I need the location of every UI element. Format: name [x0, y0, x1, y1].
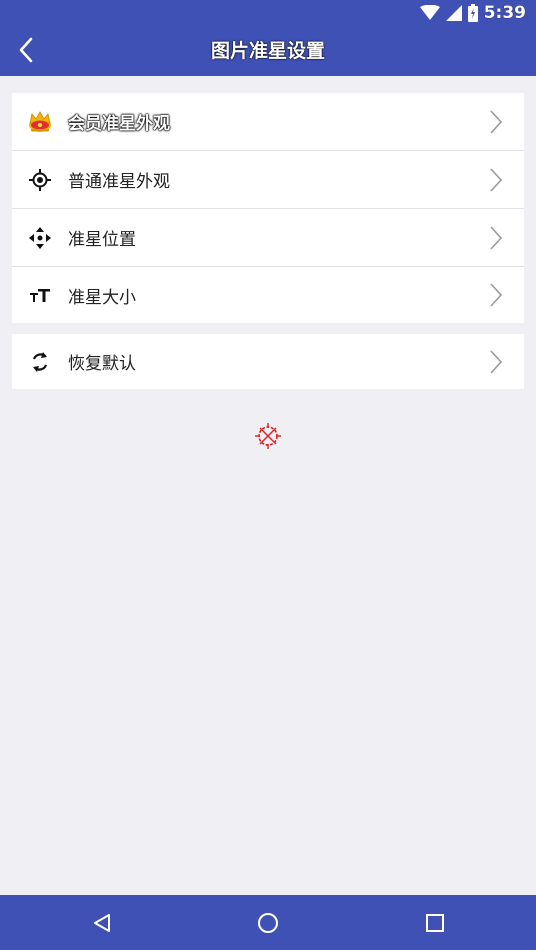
battery-icon — [467, 4, 478, 22]
status-bar: 5:39 — [0, 0, 536, 26]
crown-icon — [29, 110, 51, 132]
refresh-icon — [32, 351, 48, 372]
settings-item-label: 恢复默认 — [68, 354, 136, 374]
settings-item-reset[interactable]: 恢复默认 — [12, 334, 524, 389]
crosshair-target-icon — [29, 168, 51, 191]
nav-recents-button[interactable] — [417, 905, 453, 941]
settings-item-label: 准星位置 — [68, 230, 136, 250]
recents-square-icon — [426, 914, 444, 932]
app-bar: 图片准星设置 — [0, 26, 536, 76]
settings-item-label: 普通准星外观 — [68, 172, 170, 192]
settings-item-size[interactable]: 准星大小 — [12, 267, 524, 323]
settings-group-crosshair: 会员准星外观 普通准星外观 准星位置 准星大小 — [12, 93, 524, 323]
settings-item-label: 会员准星外观 — [68, 114, 170, 134]
crosshair-preview-icon — [255, 423, 281, 449]
settings-item-label: 准星大小 — [68, 287, 136, 308]
settings-group-reset: 恢复默认 — [12, 334, 524, 389]
chevron-right-icon — [490, 283, 503, 307]
crosshair-preview — [254, 422, 282, 450]
nav-back-button[interactable] — [84, 905, 120, 941]
chevron-right-icon — [490, 349, 503, 374]
chevron-right-icon — [490, 225, 503, 250]
page-title: 图片准星设置 — [210, 40, 325, 62]
settings-item-position[interactable]: 准星位置 — [12, 209, 524, 267]
wifi-icon — [419, 5, 440, 20]
chevron-right-icon — [490, 167, 503, 192]
text-size-icon — [30, 289, 50, 302]
home-circle-icon — [258, 913, 278, 933]
chevron-right-icon — [490, 109, 503, 134]
system-nav-bar — [0, 895, 536, 950]
settings-item-normal-appearance[interactable]: 普通准星外观 — [12, 151, 524, 209]
nav-home-button[interactable] — [250, 905, 286, 941]
signal-icon — [445, 5, 462, 21]
settings-item-vip-appearance[interactable]: 会员准星外观 — [12, 93, 524, 151]
back-triangle-icon — [94, 914, 110, 932]
move-arrows-icon — [29, 226, 51, 249]
status-time: 5:39 — [483, 3, 526, 23]
